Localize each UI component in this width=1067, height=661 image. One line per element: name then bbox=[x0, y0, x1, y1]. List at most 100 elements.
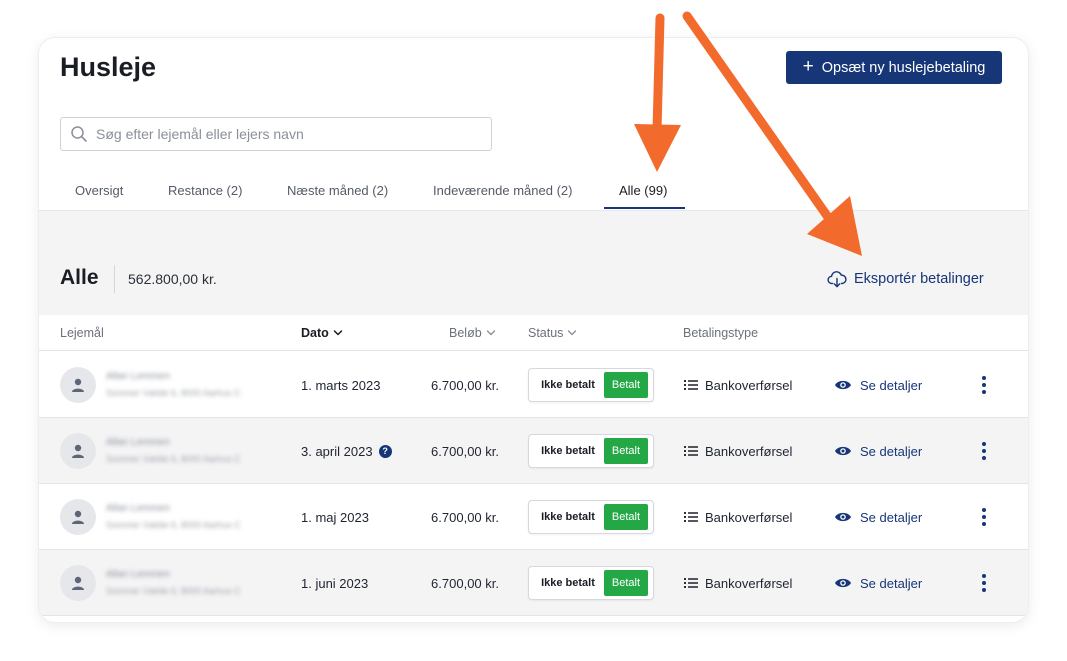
payment-date: 1. marts 2023 bbox=[301, 352, 381, 418]
user-icon bbox=[72, 444, 84, 458]
payment-type: Bankoverførsel bbox=[684, 550, 792, 616]
payment-type-value: Bankoverførsel bbox=[705, 509, 793, 525]
payment-type-value: Bankoverførsel bbox=[705, 443, 793, 459]
payment-amount: 6.700,00 kr. bbox=[431, 575, 499, 591]
payment-type-value: Bankoverførsel bbox=[705, 575, 793, 591]
section-total: 562.800,00 kr. bbox=[128, 271, 217, 287]
avatar bbox=[60, 367, 96, 403]
payment-date-value: 1. marts 2023 bbox=[301, 377, 381, 393]
payment-date-value: 3. april 2023 bbox=[301, 443, 373, 459]
chevron-down-icon bbox=[333, 330, 343, 336]
eye-icon bbox=[835, 578, 851, 588]
more-options-icon[interactable] bbox=[975, 439, 993, 463]
tenant-info: Allan Lemmen Sommer Vælde 6, 8000 Aarhus… bbox=[106, 503, 241, 530]
tenant-address: Sommer Vælde 6, 8000 Aarhus C bbox=[106, 520, 241, 530]
column-amount[interactable]: Beløb bbox=[449, 315, 496, 351]
tab-overview[interactable]: Oversigt bbox=[75, 170, 123, 210]
new-rent-payment-label: Opsæt ny huslejebetaling bbox=[821, 59, 986, 76]
section-divider bbox=[114, 265, 115, 293]
column-date[interactable]: Dato bbox=[301, 315, 343, 351]
status-toggle: Ikke betalt Betalt bbox=[528, 500, 654, 534]
column-payment-type-label: Betalingstype bbox=[683, 326, 759, 340]
status-toggle: Ikke betalt Betalt bbox=[528, 368, 654, 402]
cloud-download-icon bbox=[827, 271, 847, 288]
see-details-link[interactable]: Se detaljer bbox=[834, 418, 922, 484]
search-box[interactable] bbox=[60, 117, 492, 151]
list-icon bbox=[684, 446, 698, 456]
column-date-label: Dato bbox=[301, 326, 329, 340]
tab-bar: Oversigt Restance (2) Næste måned (2) In… bbox=[39, 170, 1028, 210]
user-icon bbox=[72, 576, 84, 590]
column-status[interactable]: Status bbox=[528, 315, 577, 351]
search-icon bbox=[71, 126, 87, 142]
tab-current-month[interactable]: Indeværende måned (2) bbox=[433, 170, 572, 210]
see-details-link[interactable]: Se detaljer bbox=[834, 352, 922, 418]
more-options-icon[interactable] bbox=[975, 505, 993, 529]
see-details-label: Se detaljer bbox=[860, 509, 923, 525]
tenant-address: Sommer Vælde 6, 8000 Aarhus C bbox=[106, 586, 241, 596]
column-status-label: Status bbox=[528, 326, 564, 340]
search-input[interactable] bbox=[96, 126, 491, 142]
status-unpaid-option[interactable]: Ikke betalt bbox=[532, 504, 604, 530]
column-lease: Lejemål bbox=[60, 315, 104, 351]
tab-next-month[interactable]: Næste måned (2) bbox=[287, 170, 388, 210]
payment-type: Bankoverførsel bbox=[684, 484, 792, 550]
avatar bbox=[60, 433, 96, 469]
section-title: Alle bbox=[60, 266, 99, 289]
list-icon bbox=[684, 380, 698, 390]
tenant-address: Sommer Vælde 6, 8000 Aarhus C bbox=[106, 454, 241, 464]
tenant-info: Allan Lemmen Sommer Vælde 6, 8000 Aarhus… bbox=[106, 437, 241, 464]
payment-date: 3. april 2023 ? bbox=[301, 418, 392, 484]
eye-icon bbox=[835, 446, 851, 456]
tab-arrears[interactable]: Restance (2) bbox=[168, 170, 242, 210]
table-row: Allan Lemmen Sommer Vælde 6, 8000 Aarhus… bbox=[39, 484, 1028, 550]
active-tab-indicator bbox=[604, 207, 685, 209]
avatar bbox=[60, 565, 96, 601]
column-amount-label: Beløb bbox=[449, 326, 482, 340]
eye-icon bbox=[835, 512, 851, 522]
status-paid-option[interactable]: Betalt bbox=[604, 504, 648, 530]
payment-date: 1. juni 2023 bbox=[301, 550, 368, 616]
plus-icon: + bbox=[802, 56, 814, 77]
page-title: Husleje bbox=[60, 52, 157, 82]
new-rent-payment-button[interactable]: + Opsæt ny huslejebetaling bbox=[786, 51, 1002, 84]
more-options-icon[interactable] bbox=[975, 373, 993, 397]
section-header: Alle 562.800,00 kr. Eksportér betalinger bbox=[39, 210, 1028, 315]
status-unpaid-option[interactable]: Ikke betalt bbox=[532, 438, 604, 464]
payment-type: Bankoverførsel bbox=[684, 418, 792, 484]
tenant-address: Sommer Vælde 6, 8000 Aarhus C bbox=[106, 388, 241, 398]
chevron-down-icon bbox=[568, 330, 577, 336]
more-options-icon[interactable] bbox=[975, 571, 993, 595]
see-details-label: Se detaljer bbox=[860, 575, 923, 591]
table-header: Lejemål Dato Beløb Status Betalingstype bbox=[39, 315, 1028, 351]
payment-amount: 6.700,00 kr. bbox=[431, 377, 499, 393]
status-paid-option[interactable]: Betalt bbox=[604, 570, 648, 596]
table-row: Allan Lemmen Sommer Vælde 6, 8000 Aarhus… bbox=[39, 352, 1028, 418]
export-payments-link[interactable]: Eksportér betalinger bbox=[827, 267, 984, 291]
payment-date-value: 1. juni 2023 bbox=[301, 575, 369, 591]
see-details-link[interactable]: Se detaljer bbox=[834, 484, 922, 550]
payment-type-value: Bankoverførsel bbox=[705, 377, 793, 393]
tenant-name: Allan Lemmen bbox=[106, 503, 170, 514]
tenant-name: Allan Lemmen bbox=[106, 569, 170, 580]
user-icon bbox=[72, 378, 84, 392]
payment-amount: 6.700,00 kr. bbox=[431, 443, 499, 459]
status-paid-option[interactable]: Betalt bbox=[604, 372, 648, 398]
see-details-link[interactable]: Se detaljer bbox=[834, 550, 922, 616]
tenant-name: Allan Lemmen bbox=[106, 371, 170, 382]
column-lease-label: Lejemål bbox=[60, 326, 104, 340]
status-paid-option[interactable]: Betalt bbox=[604, 438, 648, 464]
table-row: Allan Lemmen Sommer Vælde 6, 8000 Aarhus… bbox=[39, 418, 1028, 484]
payment-amount: 6.700,00 kr. bbox=[431, 509, 499, 525]
tab-all[interactable]: Alle (99) bbox=[619, 170, 667, 210]
tenant-name: Allan Lemmen bbox=[106, 437, 170, 448]
table-row: Allan Lemmen Sommer Vælde 6, 8000 Aarhus… bbox=[39, 550, 1028, 616]
status-unpaid-option[interactable]: Ikke betalt bbox=[532, 372, 604, 398]
tenant-info: Allan Lemmen Sommer Vælde 6, 8000 Aarhus… bbox=[106, 569, 241, 596]
payment-date-value: 1. maj 2023 bbox=[301, 509, 369, 525]
status-unpaid-option[interactable]: Ikke betalt bbox=[532, 570, 604, 596]
payment-type: Bankoverførsel bbox=[684, 352, 792, 418]
list-icon bbox=[684, 578, 698, 588]
see-details-label: Se detaljer bbox=[860, 377, 923, 393]
tenant-info: Allan Lemmen Sommer Vælde 6, 8000 Aarhus… bbox=[106, 371, 241, 398]
